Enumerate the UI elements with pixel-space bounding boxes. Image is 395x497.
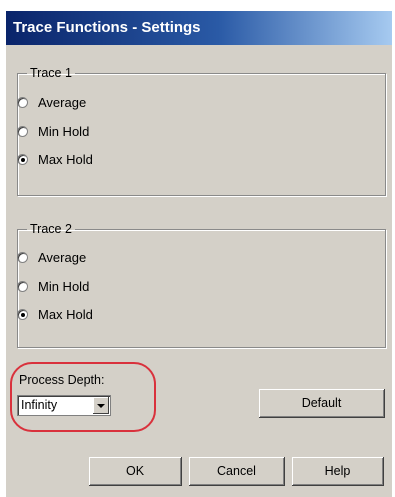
radio-icon	[17, 308, 28, 320]
trace2-max-hold-label: Max Hold	[38, 306, 93, 322]
trace1-average-label: Average	[38, 94, 87, 110]
radio-icon	[17, 125, 28, 137]
trace2-min-hold-radio[interactable]: Min Hold	[17, 276, 89, 296]
process-depth-value: Infinity	[21, 398, 58, 412]
trace1-min-hold-radio[interactable]: Min Hold	[17, 121, 89, 141]
trace1-max-hold-radio[interactable]: Max Hold	[17, 149, 93, 169]
radio-icon	[17, 251, 28, 263]
process-depth-label: Process Depth:	[19, 373, 105, 387]
trace2-min-hold-label: Min Hold	[38, 278, 90, 294]
trace2-max-hold-radio[interactable]: Max Hold	[17, 304, 93, 324]
ok-button[interactable]: OK	[89, 457, 182, 486]
help-button[interactable]: Help	[292, 457, 384, 486]
trace1-min-hold-label: Min Hold	[38, 123, 90, 139]
trace2-label: Trace 2	[30, 222, 72, 236]
cancel-button[interactable]: Cancel	[189, 457, 285, 486]
trace1-average-radio[interactable]: Average	[17, 92, 86, 112]
trace-functions-dialog: Trace Functions - Settings Trace 1 Avera…	[5, 10, 392, 497]
chevron-down-icon	[97, 404, 105, 408]
dialog-title: Trace Functions - Settings	[6, 11, 392, 45]
trace2-average-label: Average	[38, 249, 87, 265]
radio-icon	[17, 96, 28, 108]
process-depth-select[interactable]: Infinity	[17, 395, 111, 416]
default-button[interactable]: Default	[259, 389, 385, 418]
trace2-average-radio[interactable]: Average	[17, 247, 86, 267]
trace1-max-hold-label: Max Hold	[38, 151, 93, 167]
trace1-label: Trace 1	[30, 66, 72, 80]
dropdown-arrow-button[interactable]	[93, 397, 109, 414]
radio-icon	[17, 280, 28, 292]
radio-icon	[17, 153, 28, 165]
